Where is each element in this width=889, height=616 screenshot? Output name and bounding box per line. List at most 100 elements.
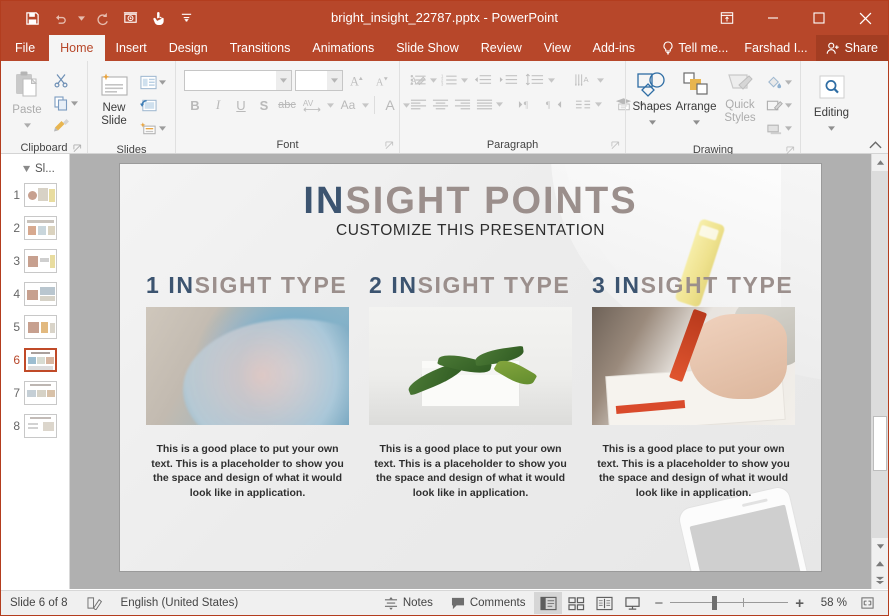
customize-qat-icon[interactable] xyxy=(173,6,199,30)
undo-dropdown-icon[interactable] xyxy=(75,6,87,30)
globe-photo[interactable] xyxy=(146,307,349,425)
zoom-slider[interactable] xyxy=(670,592,788,614)
comments-button[interactable]: Comments xyxy=(442,591,535,616)
reading-view-button[interactable] xyxy=(590,592,618,614)
justify-button[interactable] xyxy=(473,93,495,115)
bullets-dropdown-icon[interactable] xyxy=(429,71,438,89)
paste-dropdown-icon[interactable] xyxy=(23,117,32,135)
collapse-ribbon-button[interactable] xyxy=(869,140,882,151)
arrange-button[interactable]: Arrange xyxy=(674,69,718,134)
copy-dropdown-icon[interactable] xyxy=(70,94,79,112)
section-dropdown-icon[interactable] xyxy=(158,119,167,137)
notes-button[interactable]: Notes xyxy=(375,591,442,616)
shapes-button[interactable]: Shapes xyxy=(630,69,674,134)
tab-view[interactable]: View xyxy=(533,35,582,61)
section-button[interactable] xyxy=(138,117,169,139)
tell-me-box[interactable]: Tell me... xyxy=(654,35,736,61)
normal-view-button[interactable] xyxy=(534,592,562,614)
layout-dropdown-icon[interactable] xyxy=(158,73,167,91)
thumbnail-slide-7[interactable]: 7 xyxy=(1,376,69,409)
bold-button[interactable]: B xyxy=(184,94,206,116)
thumbnail-slide-8[interactable]: 8 xyxy=(1,409,69,442)
reset-button[interactable] xyxy=(138,94,169,116)
vertical-scrollbar[interactable] xyxy=(871,154,888,589)
text-shadow-button[interactable]: S xyxy=(253,94,275,116)
tab-file[interactable]: File xyxy=(1,35,49,61)
column-2-body[interactable]: This is a good place to put your own tex… xyxy=(369,442,572,500)
tab-design[interactable]: Design xyxy=(158,35,219,61)
redo-icon[interactable] xyxy=(89,6,115,30)
thumbnail-slide-5[interactable]: 5 xyxy=(1,310,69,343)
arrange-dropdown-icon[interactable] xyxy=(692,114,701,132)
slide-sorter-button[interactable] xyxy=(562,592,590,614)
fit-to-window-button[interactable] xyxy=(854,596,880,610)
shape-outline-dropdown-icon[interactable] xyxy=(784,96,793,114)
tab-transitions[interactable]: Transitions xyxy=(219,35,302,61)
zoom-in-button[interactable]: + xyxy=(795,595,804,612)
tab-add-ins[interactable]: Add-ins xyxy=(582,35,646,61)
thumbnail-slide-3[interactable]: 3 xyxy=(1,244,69,277)
column-1-body[interactable]: This is a good place to put your own tex… xyxy=(146,442,349,500)
italic-button[interactable]: I xyxy=(207,94,229,116)
change-case-dropdown-icon[interactable] xyxy=(361,96,370,114)
character-spacing-dropdown-icon[interactable] xyxy=(326,96,335,114)
maximize-icon[interactable] xyxy=(796,1,842,35)
tab-review[interactable]: Review xyxy=(470,35,533,61)
text-direction-button[interactable]: A xyxy=(570,69,596,91)
minimize-icon[interactable] xyxy=(750,1,796,35)
collapse-triangle-icon[interactable] xyxy=(23,165,31,173)
slide-indicator[interactable]: Slide 6 of 8 xyxy=(1,591,77,616)
numbering-dropdown-icon[interactable] xyxy=(460,71,469,89)
shape-effects-button[interactable] xyxy=(764,117,795,139)
font-name-dropdown-icon[interactable] xyxy=(276,71,291,90)
character-spacing-button[interactable]: AV xyxy=(299,94,325,116)
line-spacing-dropdown-icon[interactable] xyxy=(547,71,556,89)
font-size-dropdown-icon[interactable] xyxy=(327,71,342,90)
save-icon[interactable] xyxy=(19,6,45,30)
spell-check-button[interactable] xyxy=(77,591,112,616)
rtl-text-direction-button[interactable]: ¶ xyxy=(540,93,566,115)
shape-outline-button[interactable] xyxy=(764,94,795,116)
column-2-heading[interactable]: 2 INSIGHT TYPE xyxy=(369,272,572,299)
zoom-percentage[interactable]: 58 % xyxy=(811,597,847,609)
thumbnail-slide-1[interactable]: 1 xyxy=(1,178,69,211)
scrollbar-track[interactable] xyxy=(872,171,888,538)
share-button[interactable]: Share xyxy=(816,35,888,61)
copy-button[interactable] xyxy=(51,92,81,114)
change-case-button[interactable]: Aa xyxy=(336,94,360,116)
column-3-body[interactable]: This is a good place to put your own tex… xyxy=(592,442,795,500)
paste-button[interactable]: Paste xyxy=(5,68,49,137)
numbering-button[interactable]: 123 xyxy=(438,69,460,91)
scroll-up-button[interactable] xyxy=(872,154,888,171)
tab-home[interactable]: Home xyxy=(49,35,104,61)
slide-show-button[interactable] xyxy=(618,592,646,614)
strikethrough-button[interactable]: abc xyxy=(276,94,298,116)
editing-button[interactable]: Editing xyxy=(808,73,856,140)
shape-effects-dropdown-icon[interactable] xyxy=(784,119,793,137)
tab-slide-show[interactable]: Slide Show xyxy=(385,35,470,61)
font-dialog-launcher-icon[interactable] xyxy=(384,139,395,150)
bullets-button[interactable] xyxy=(407,69,429,91)
ltr-text-direction-button[interactable]: ¶ xyxy=(514,93,540,115)
increase-indent-button[interactable] xyxy=(495,69,521,91)
underline-button[interactable]: U xyxy=(230,94,252,116)
slide-subtitle[interactable]: CUSTOMIZE THIS PRESENTATION xyxy=(120,222,821,240)
undo-icon[interactable] xyxy=(47,6,73,30)
line-spacing-button[interactable] xyxy=(521,69,547,91)
clipboard-dialog-launcher-icon[interactable] xyxy=(72,142,83,153)
justify-dropdown-icon[interactable] xyxy=(495,95,504,113)
tab-insert[interactable]: Insert xyxy=(105,35,158,61)
tab-animations[interactable]: Animations xyxy=(301,35,385,61)
start-presentation-icon[interactable] xyxy=(117,6,143,30)
hand-writing-photo[interactable] xyxy=(592,307,795,425)
editing-dropdown-icon[interactable] xyxy=(827,120,836,138)
columns-dropdown-icon[interactable] xyxy=(594,95,603,113)
quick-styles-button[interactable]: QuickStyles xyxy=(718,69,762,126)
ribbon-display-options-icon[interactable] xyxy=(704,1,750,35)
column-3-heading[interactable]: 3 INSIGHT TYPE xyxy=(592,272,795,299)
decrease-font-size-button[interactable]: A xyxy=(371,69,393,91)
font-color-button[interactable]: A xyxy=(379,94,401,116)
close-icon[interactable] xyxy=(842,1,888,35)
thumbnail-slide-4[interactable]: 4 xyxy=(1,277,69,310)
thumbnail-slide-6[interactable]: 6 xyxy=(1,343,69,376)
